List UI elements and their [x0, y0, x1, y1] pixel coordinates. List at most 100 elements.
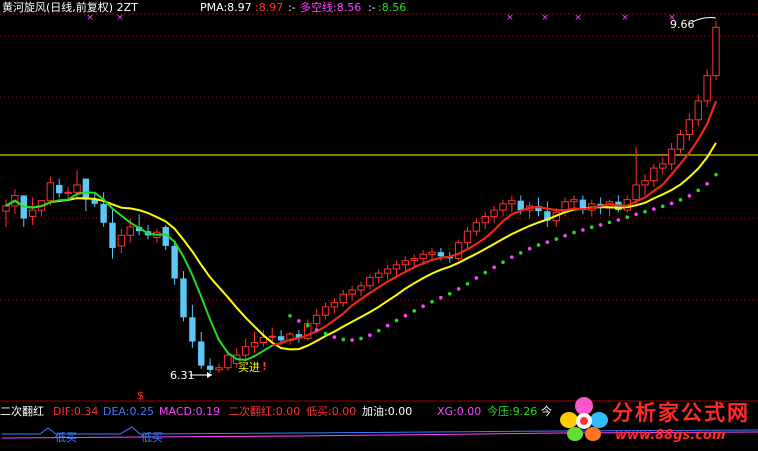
- trend-dot: [385, 323, 390, 328]
- trend-dot: [439, 295, 443, 300]
- low-arrow-head: [207, 372, 212, 378]
- high-arrow: [691, 17, 717, 23]
- candle-body: [46, 182, 55, 202]
- dif-value: DIF:0.34: [53, 405, 99, 418]
- trend-dot: [687, 194, 692, 198]
- candle-body: [312, 314, 321, 325]
- candle-body: [28, 209, 37, 217]
- macd-value: MACD:0.19: [159, 405, 221, 418]
- high-price-label: 9.66: [670, 18, 695, 31]
- candle-body: [508, 200, 516, 205]
- jiayou-value: 加油:0.00: [362, 405, 413, 418]
- markers: × × × × × × ×: [86, 13, 718, 378]
- trend-dot: [616, 218, 621, 222]
- trend-dot: [332, 335, 337, 339]
- candle-body: [241, 346, 250, 356]
- trend-dot: [421, 304, 425, 309]
- trend-dot: [563, 233, 567, 238]
- candle-body: [659, 163, 667, 169]
- trend-dot: [359, 336, 363, 341]
- trend-dot: [696, 188, 701, 193]
- candle-body: [490, 209, 498, 217]
- candle-body: [109, 222, 116, 248]
- trend-dot: [625, 215, 630, 219]
- jinya-value: 今压:9.26: [487, 405, 538, 418]
- candle-body: [712, 26, 720, 77]
- trend-dot: [554, 237, 559, 241]
- trend-dot: [643, 209, 647, 214]
- trend-dot: [510, 255, 514, 259]
- candle-body: [330, 302, 339, 308]
- low-buy-label-1: 低买: [55, 431, 77, 444]
- trend-dot: [465, 281, 470, 286]
- candle-body: [215, 367, 223, 371]
- dea-value: DEA:0.25: [103, 405, 154, 418]
- header-sep-1: :-: [288, 1, 296, 14]
- trend-dot: [288, 313, 292, 318]
- candle-body: [401, 260, 410, 266]
- trend-dot: [305, 323, 310, 328]
- candle-body: [676, 133, 685, 150]
- x-marker: ×: [621, 13, 629, 23]
- candle-body: [472, 222, 481, 232]
- trend-dot: [492, 265, 496, 270]
- ercifanhong-value: 二次翻红:0.00: [228, 405, 301, 418]
- candle-body: [56, 184, 63, 194]
- candle-body: [454, 242, 463, 259]
- candle-body: [171, 245, 178, 279]
- trend-dot: [705, 182, 709, 186]
- candle-body: [410, 257, 418, 262]
- candle-body: [481, 215, 489, 224]
- candle-body: [366, 276, 374, 287]
- trend-dot: [545, 240, 550, 244]
- candle-body: [570, 199, 578, 203]
- x-marker: ×: [506, 13, 514, 23]
- pma-value: :8.97: [255, 1, 284, 14]
- trend-dot: [607, 220, 612, 225]
- watermark-logo-icon: [560, 397, 608, 441]
- candle-body: [375, 272, 383, 278]
- candle-body: [73, 184, 81, 193]
- trend-dot: [350, 338, 354, 342]
- candle-body: [383, 268, 392, 274]
- trend-dot: [714, 172, 718, 177]
- watermark-name: 分析家公式网: [612, 401, 750, 425]
- trend-dot: [669, 201, 674, 206]
- candle-body: [357, 285, 365, 291]
- low-buy-label-2: 低买: [141, 431, 163, 444]
- low-price-label: 6.31: [170, 369, 195, 382]
- candle-body: [392, 264, 401, 270]
- candlestick-series: [2, 21, 720, 373]
- trend-dot: [297, 319, 301, 323]
- trend-dot: [341, 337, 346, 342]
- x-marker: ×: [86, 13, 94, 23]
- candle-body: [206, 365, 214, 370]
- candle-body: [82, 178, 90, 200]
- x-marker: ×: [116, 13, 124, 23]
- candle-body: [499, 203, 507, 211]
- trend-dot: [581, 228, 585, 232]
- candle-body: [126, 226, 134, 236]
- trend-dot: [447, 291, 452, 296]
- x-marker: ×: [574, 13, 582, 23]
- watermark-url: www.88gs.com: [615, 428, 726, 443]
- trend-dot: [474, 276, 479, 280]
- candle-body: [685, 119, 694, 135]
- candle-body: [650, 167, 658, 182]
- trend-dot: [412, 309, 417, 313]
- dimai-value: 低买:0.00: [306, 405, 357, 418]
- trend-dot: [660, 204, 665, 209]
- candle-body: [189, 317, 196, 342]
- candle-body: [348, 289, 356, 295]
- candle-body: [277, 336, 285, 341]
- candle-body: [250, 342, 259, 348]
- candle-body: [224, 354, 232, 369]
- candle-body: [694, 100, 702, 121]
- dollar-marker: $: [137, 389, 144, 402]
- candle-body: [180, 278, 187, 318]
- candle-body: [641, 180, 649, 186]
- candle-body: [667, 148, 676, 165]
- trend-dot: [598, 223, 603, 227]
- candle-body: [268, 335, 276, 338]
- trend-dot: [376, 328, 381, 333]
